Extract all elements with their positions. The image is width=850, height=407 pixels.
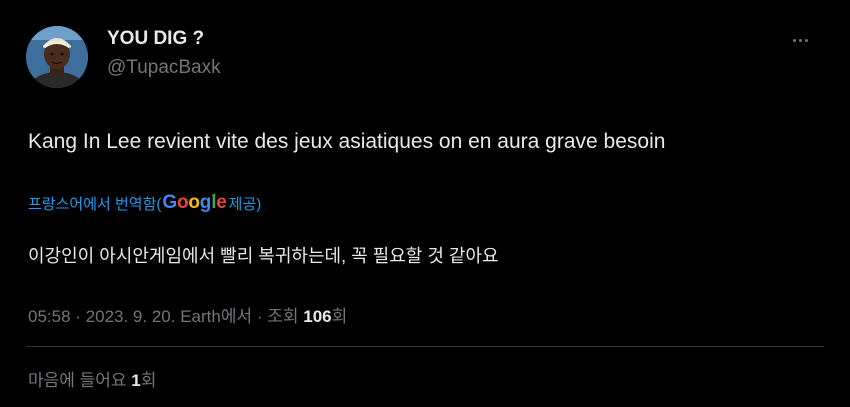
views-suffix: 회	[331, 307, 348, 326]
tweet-text: Kang In Lee revient vite des jeux asiati…	[28, 130, 666, 153]
tweet-card: YOU DIG ? @TupacBaxk Kang In Lee revient…	[0, 0, 850, 407]
more-dot	[798, 38, 802, 42]
translation-attribution[interactable]: 프랑스어에서 번역함( Google 제공)	[28, 192, 261, 214]
translated-tweet-text: 이강인이 아시안게임에서 빨리 복귀하는데, 꼭 필요할 것 같아요	[28, 246, 499, 266]
author-display-name[interactable]: YOU DIG ?	[107, 28, 204, 50]
profile-photo-icon	[26, 26, 88, 88]
tweet-meta: 05:58 · 2023. 9. 20. Earth에서 · 조회 106회	[28, 302, 347, 327]
more-dot	[792, 38, 796, 42]
likes-link[interactable]: 마음에 들어요 1회	[28, 366, 156, 391]
more-icon[interactable]	[786, 30, 814, 50]
avatar[interactable]	[26, 26, 88, 88]
meta-separator: ·	[252, 307, 268, 326]
translated-from-label: 프랑스어에서 번역함(	[28, 195, 162, 213]
translation-provided-label: 제공)	[228, 195, 262, 213]
divider	[26, 346, 824, 347]
likes-count: 1	[131, 371, 141, 390]
views-label: 조회	[267, 307, 304, 326]
tweet-date[interactable]: 2023. 9. 20.	[86, 307, 176, 326]
more-dot	[804, 38, 808, 42]
tweet-location: Earth에서	[175, 307, 253, 326]
meta-separator: ·	[70, 307, 86, 326]
likes-suffix: 회	[140, 371, 157, 390]
views-count: 106	[303, 307, 332, 326]
tweet-time[interactable]: 05:58	[28, 307, 71, 326]
google-logo-icon: Google	[162, 192, 227, 213]
author-handle[interactable]: @TupacBaxk	[107, 57, 221, 79]
likes-label: 마음에 들어요	[28, 371, 132, 390]
